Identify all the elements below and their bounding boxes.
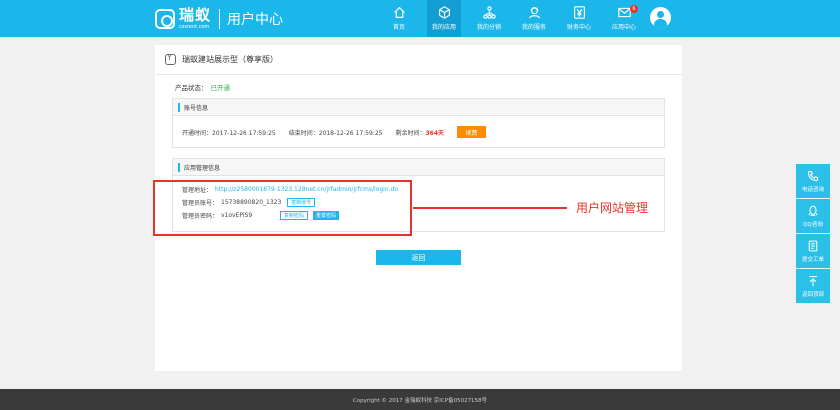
sidebar-qq-consult[interactable]: QQ咨询 [796, 199, 830, 233]
yen-icon [573, 6, 585, 19]
sidebar-label: 提交工单 [801, 256, 824, 263]
top-header: 瑞蚁 cssrent.com 用户中心 首页 我的应用 我的分销 我的服务 财务… [0, 0, 840, 37]
account-info-section: 账号信息 开通时间：2017-12-26 17:59:25 结束时间：2018-… [172, 98, 665, 148]
nav-home[interactable]: 首页 [382, 0, 416, 37]
mail-icon [617, 7, 631, 18]
logo-divider [219, 9, 221, 29]
cube-icon [438, 6, 450, 19]
floating-sidebar: 电话咨询 QQ咨询 提交工单 返回顶部 [796, 164, 830, 304]
product-status: 产品状态： 已开通 [175, 82, 230, 92]
nav-my-distribution[interactable]: 我的分销 [472, 0, 506, 37]
status-label: 产品状态： [175, 84, 208, 92]
ticket-icon [808, 240, 818, 251]
sidebar-submit-ticket[interactable]: 提交工单 [796, 234, 830, 268]
logo-domain: cssrent.com [179, 24, 210, 30]
remaining-label: 剩余时间： [395, 129, 426, 137]
renew-button[interactable]: 续费 [457, 126, 487, 138]
remaining-time: 剩余时间：364天 [395, 128, 444, 137]
notification-badge: 6 [630, 5, 638, 13]
main-nav: 首页 我的应用 我的分销 我的服务 财务中心 6 应用中心 [382, 0, 652, 37]
nav-app-center[interactable]: 6 应用中心 [607, 0, 641, 37]
page-header: 瑞蚁建站展示型（尊享版） [155, 45, 682, 75]
nav-label: 我的分销 [476, 24, 501, 31]
section-header: 账号信息 [173, 99, 664, 116]
sidebar-label: QQ咨询 [803, 221, 823, 228]
back-to-top-icon [809, 275, 817, 286]
status-value: 已开通 [210, 84, 231, 92]
logo[interactable]: 瑞蚁 cssrent.com 用户中心 [155, 6, 283, 32]
qq-icon [808, 205, 818, 216]
logo-mark-icon [155, 9, 175, 29]
back-button[interactable]: 返回 [376, 250, 461, 265]
end-time: 结束时间：2018-12-26 17:59:25 [288, 129, 383, 137]
nav-label: 应用中心 [611, 24, 636, 31]
account-details-row: 开通时间：2017-12-26 17:59:25 结束时间：2018-12-26… [182, 126, 487, 138]
home-icon [393, 6, 405, 18]
nav-label: 我的应用 [431, 24, 456, 31]
phone-icon [807, 170, 819, 181]
nav-label: 财务中心 [566, 24, 591, 31]
product-icon [165, 53, 176, 65]
user-service-icon [528, 7, 540, 19]
sidebar-phone-consult[interactable]: 电话咨询 [796, 164, 830, 198]
page-title: 瑞蚁建站展示型（尊享版） [182, 55, 278, 64]
open-time: 开通时间：2017-12-26 17:59:25 [182, 129, 276, 137]
logo-text: 瑞蚁 cssrent.com [179, 8, 211, 30]
network-icon [482, 6, 496, 19]
annotation-highlight-box [153, 180, 412, 236]
sidebar-label: 返回顶部 [801, 291, 824, 298]
nav-my-apps[interactable]: 我的应用 [427, 0, 461, 37]
nav-label: 首页 [392, 24, 405, 31]
sidebar-back-to-top[interactable]: 返回顶部 [796, 269, 830, 303]
nav-my-services[interactable]: 我的服务 [517, 0, 551, 37]
section-header: 应用管理信息 [173, 159, 664, 176]
nav-label: 我的服务 [521, 24, 546, 31]
sidebar-label: 电话咨询 [801, 186, 824, 193]
user-avatar[interactable] [650, 7, 671, 28]
annotation-label: 用户网站管理 [576, 201, 649, 215]
logo-name: 瑞蚁 [179, 6, 212, 24]
remaining-days: 364天 [425, 129, 445, 137]
header-title: 用户中心 [227, 12, 284, 28]
footer: Copyright © 2017 金瑞蚁科技 京ICP备05027158号 [0, 389, 840, 410]
nav-finance[interactable]: 财务中心 [562, 0, 596, 37]
annotation-pointer-line [413, 207, 567, 209]
